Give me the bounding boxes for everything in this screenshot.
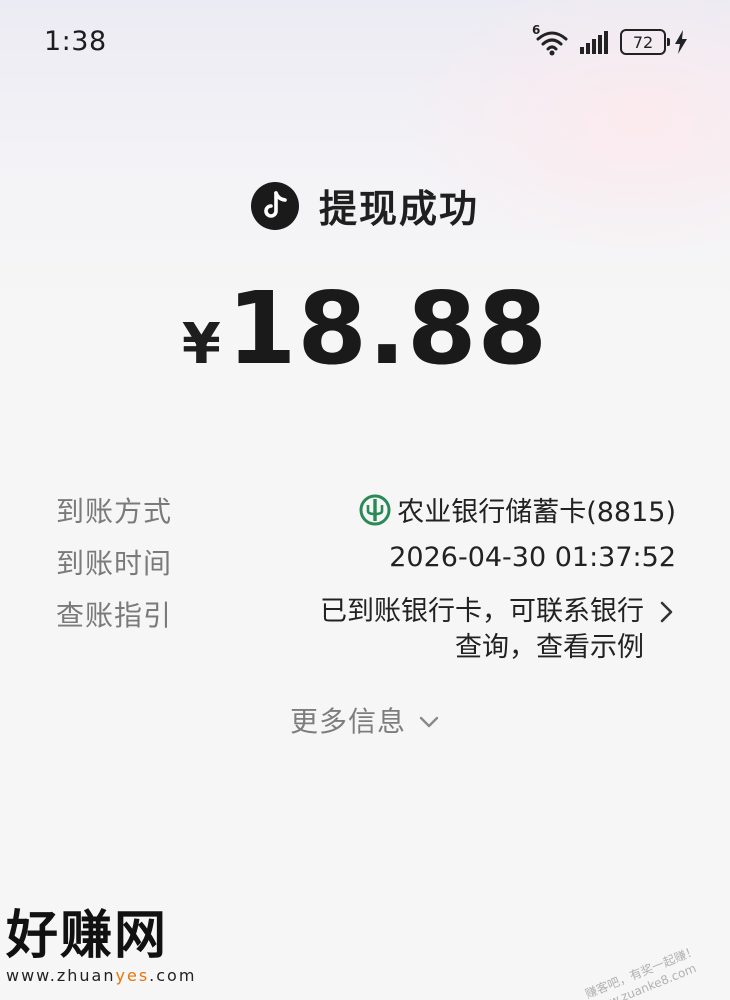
wifi-icon: 6 (532, 23, 570, 57)
watermark-url: www.zhuanyes.com (6, 966, 196, 985)
method-label: 到账方式 (56, 495, 173, 528)
currency-symbol: ¥ (181, 312, 221, 377)
status-time: 1:38 (44, 26, 107, 57)
detail-row-guide[interactable]: 查账指引 已到账银行卡，可联系银行 查询，查看示例 (56, 594, 676, 684)
detail-row-method: 到账方式 农业银行储蓄卡(8815) (56, 490, 676, 542)
amount-value: 18.88 (226, 270, 549, 387)
abc-bank-icon (359, 494, 391, 525)
guide-line-2: 查询，查看示例 (455, 632, 644, 663)
status-bar: 1:38 6 72 (0, 0, 730, 84)
guide-link[interactable]: 已到账银行卡，可联系银行 查询，查看示例 (320, 594, 676, 666)
chevron-down-icon (419, 716, 439, 728)
signal-icon (580, 31, 608, 54)
watermark-corner: 赚客吧，有奖一起赚！ www.zuanke8.com (583, 942, 706, 1000)
battery-icon: 72 (620, 29, 670, 55)
status-icons: 6 72 (532, 23, 688, 58)
success-header: 提现成功 (0, 178, 730, 233)
watermark-url-prefix: www.zhuan (6, 966, 116, 985)
douyin-icon (250, 181, 299, 230)
watermark-logo-text: 好赚网 (6, 906, 169, 966)
watermark-url-highlight: yes (115, 966, 150, 985)
watermark-url-suffix: .com (149, 966, 197, 985)
time-value: 2026-04-30 01:37:52 (389, 542, 676, 573)
method-value: 农业银行储蓄卡(8815) (359, 490, 676, 529)
time-label: 到账时间 (56, 547, 173, 580)
guide-label: 查账指引 (56, 599, 173, 632)
battery-level: 72 (632, 32, 654, 52)
withdrawal-details: 到账方式 农业银行储蓄卡(8815) 到账时间 2026-04-30 01:37… (56, 490, 676, 684)
guide-text: 已到账银行卡，可联系银行 查询，查看示例 (320, 594, 644, 666)
bank-name: 农业银行储蓄卡(8815) (397, 497, 676, 528)
network-label: 6 (532, 23, 541, 37)
more-info-label: 更多信息 (289, 705, 406, 738)
more-info-toggle[interactable]: 更多信息 (0, 700, 730, 740)
chevron-right-icon (660, 601, 673, 623)
page-title: 提现成功 (318, 187, 479, 231)
guide-line-1: 已到账银行卡，可联系银行 (320, 596, 644, 627)
charging-icon (675, 30, 687, 54)
detail-row-time: 到账时间 2026-04-30 01:37:52 (56, 542, 676, 594)
amount-display: ¥ 18.88 (0, 270, 730, 387)
watermark-logo: 好赚网 www.zhuanyes.com (6, 908, 196, 985)
